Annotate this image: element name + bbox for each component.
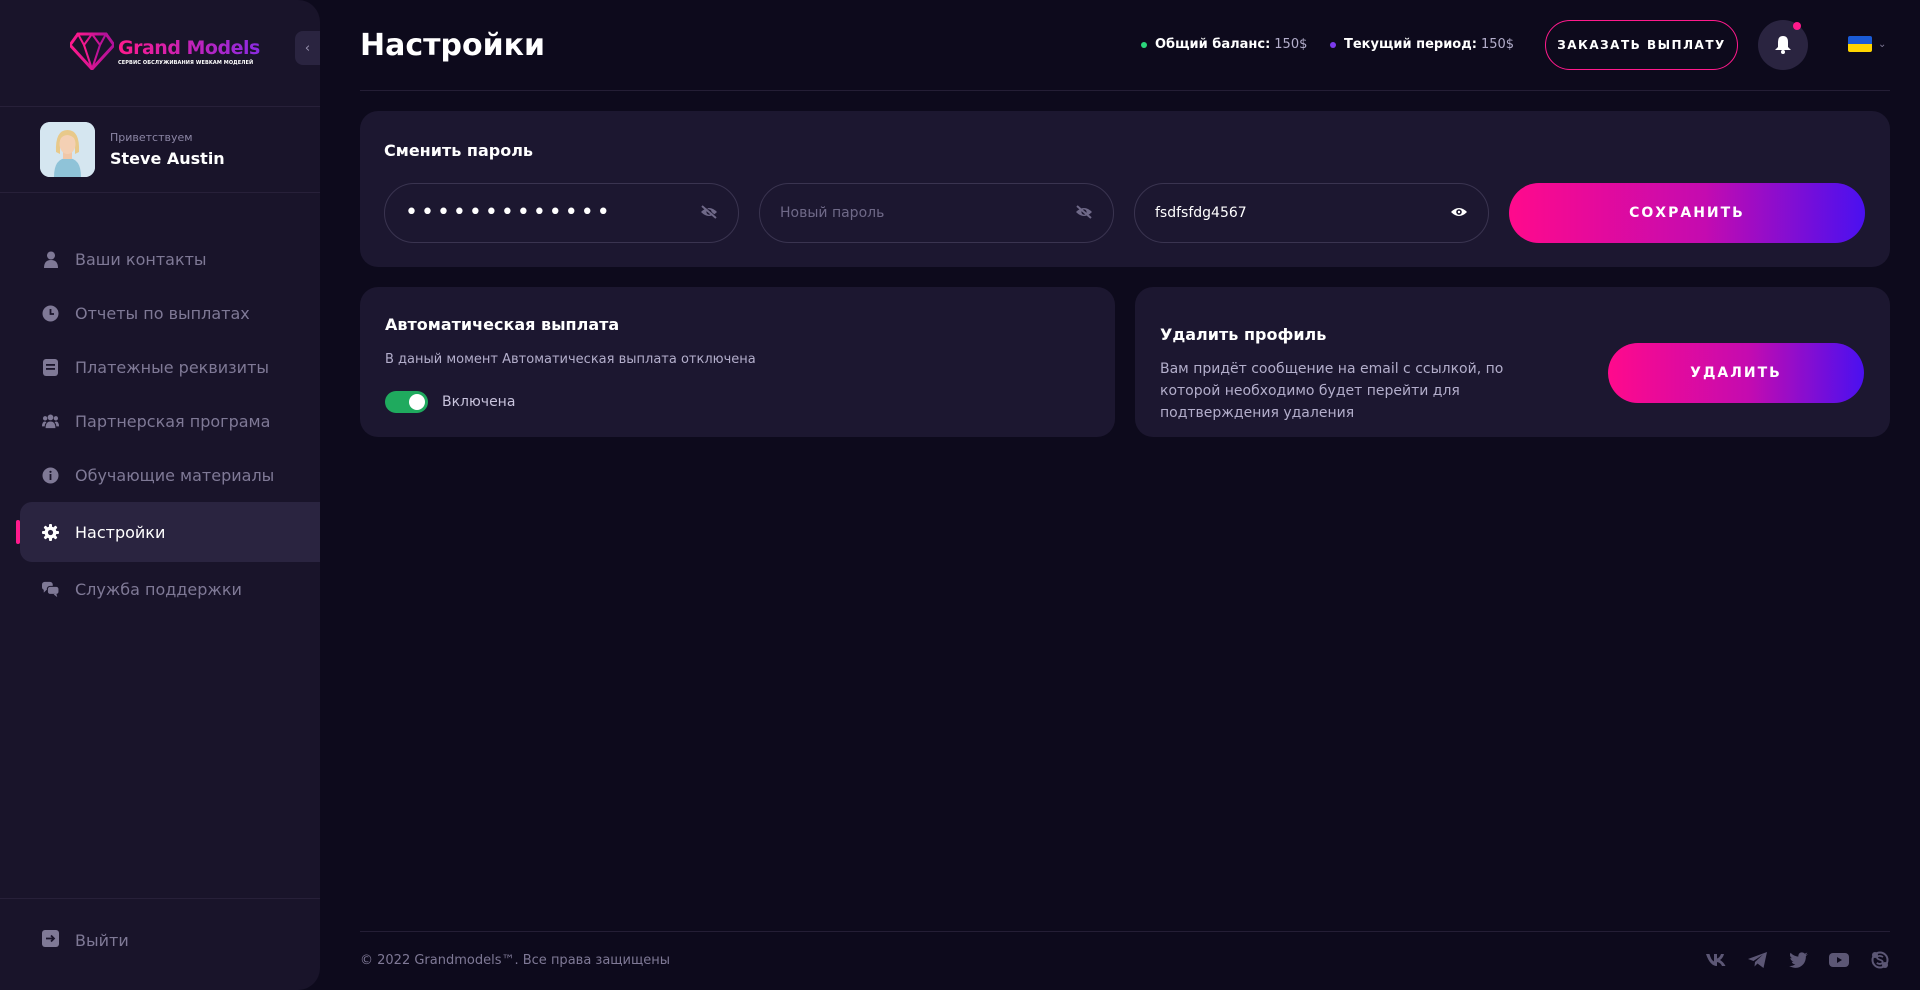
period-value: 150$ <box>1480 37 1515 52</box>
chat-icon <box>42 581 59 598</box>
toggle-label: Включена <box>442 394 516 410</box>
logo-subtitle: СЕРВИС ОБСЛУЖИВАНИЯ WEBKAM МОДЕЛЕЙ <box>118 59 254 66</box>
diamond-logo-icon <box>70 32 114 70</box>
delete-profile-description: Вам придёт сообщение на email с ссылкой,… <box>1160 361 1504 421</box>
save-button[interactable]: СОХРАНИТЬ <box>1509 183 1865 243</box>
sidebar: Grand Models СЕРВИС ОБСЛУЖИВАНИЯ WEBKAM … <box>0 0 320 990</box>
sidebar-item-label: Обучающие материалы <box>75 465 275 485</box>
notifications-button[interactable] <box>1758 20 1808 70</box>
order-payout-button[interactable]: ЗАКАЗАТЬ ВЫПЛАТУ <box>1545 20 1738 70</box>
sidebar-item-payout-reports[interactable]: Отчеты по выплатах <box>0 286 320 340</box>
card-title: Автоматическая выплата <box>385 315 620 334</box>
current-password-field[interactable]: ••••••••••••• <box>384 183 739 243</box>
divider <box>0 106 320 107</box>
bell-icon <box>1775 36 1791 54</box>
confirm-password-field[interactable]: fsdfsfdg4567 <box>1134 183 1489 243</box>
sidebar-item-label: Отчеты по выплатах <box>75 303 250 323</box>
user-block: Приветствуем Steve Austin <box>40 122 225 177</box>
sidebar-item-settings[interactable]: Настройки <box>0 502 320 562</box>
new-password-placeholder: Новый пароль <box>780 205 885 221</box>
avatar[interactable] <box>40 122 95 177</box>
divider <box>0 898 320 899</box>
status-dot <box>1141 41 1147 48</box>
eye-icon[interactable] <box>1450 204 1468 223</box>
new-password-field[interactable]: Новый пароль <box>759 183 1114 243</box>
social-links <box>1704 950 1909 970</box>
card-title: Удалить профиль <box>1160 325 1327 344</box>
info-icon <box>42 467 59 484</box>
eye-off-icon[interactable] <box>700 204 718 223</box>
sidebar-item-label: Ваши контакты <box>75 249 207 269</box>
youtube-icon[interactable] <box>1827 950 1851 970</box>
users-icon <box>42 413 59 430</box>
balance-label: Общий баланс: <box>1155 37 1271 52</box>
card-title: Сменить пароль <box>384 141 534 160</box>
eye-off-icon[interactable] <box>1075 204 1093 223</box>
auto-payout-description: В даный момент Автоматическая выплата от… <box>385 352 756 367</box>
sidebar-item-label: Партнерская програма <box>75 411 271 431</box>
sidebar-nav: Ваши контакты Отчеты по выплатах Платежн… <box>0 232 320 616</box>
sidebar-item-payment-details[interactable]: Платежные реквизиты <box>0 340 320 394</box>
divider <box>0 192 320 193</box>
logo[interactable]: Grand Models СЕРВИС ОБСЛУЖИВАНИЯ WEBKAM … <box>70 32 260 70</box>
logo-title: Grand Models <box>118 36 260 59</box>
gear-icon <box>42 523 59 541</box>
document-icon <box>42 358 59 376</box>
delete-profile-card: Удалить профиль Вам придёт сообщение на … <box>1135 287 1890 437</box>
sidebar-item-partner-program[interactable]: Партнерская програма <box>0 394 320 448</box>
vk-icon[interactable] <box>1704 950 1728 970</box>
change-password-card: Сменить пароль ••••••••••••• Новый парол… <box>360 111 1890 267</box>
collapse-sidebar-button[interactable]: ‹ <box>295 31 320 65</box>
sidebar-item-training[interactable]: Обучающие материалы <box>0 448 320 502</box>
greeting-label: Приветствуем <box>110 131 193 144</box>
footer-divider <box>360 931 1890 932</box>
chevron-down-icon: ⌄ <box>1878 38 1887 50</box>
sidebar-item-contacts[interactable]: Ваши контакты <box>0 232 320 286</box>
telegram-icon[interactable] <box>1745 950 1769 970</box>
logout-button[interactable]: Выйти <box>42 930 129 951</box>
notification-badge <box>1793 22 1801 30</box>
user-name: Steve Austin <box>110 149 225 168</box>
page-title: Настройки <box>360 28 546 63</box>
logout-label: Выйти <box>75 931 129 950</box>
auto-payout-toggle-row: Включена <box>385 391 515 413</box>
copyright: © 2022 Grandmodels™. Все права защищены <box>360 953 670 968</box>
password-mask: ••••••••••••• <box>405 200 613 225</box>
auto-payout-card: Автоматическая выплата В даный момент Ав… <box>360 287 1115 437</box>
auto-payout-toggle[interactable] <box>385 391 428 413</box>
twitter-icon[interactable] <box>1786 950 1810 970</box>
header-divider <box>360 90 1890 91</box>
sidebar-item-label: Служба поддержки <box>75 579 242 599</box>
status-dot <box>1330 41 1336 48</box>
uk-flag-icon <box>1848 36 1872 52</box>
user-icon <box>42 251 59 268</box>
logout-icon <box>42 930 59 951</box>
language-selector[interactable]: ⌄ <box>1848 36 1886 52</box>
current-period: Текущий период: 150$ <box>1330 37 1514 52</box>
avatar-image-icon <box>40 122 95 177</box>
period-label: Текущий период: <box>1344 37 1477 52</box>
skype-icon[interactable] <box>1868 950 1892 970</box>
sidebar-item-support[interactable]: Служба поддержки <box>0 562 320 616</box>
confirm-password-value: fsdfsfdg4567 <box>1155 205 1247 221</box>
sidebar-item-label: Настройки <box>75 522 166 542</box>
sidebar-item-label: Платежные реквизиты <box>75 357 270 377</box>
balance-value: 150$ <box>1274 37 1308 52</box>
clock-icon <box>42 305 59 322</box>
chevron-left-icon: ‹ <box>304 40 311 56</box>
total-balance: Общий баланс: 150$ <box>1141 37 1307 52</box>
delete-button[interactable]: УДАЛИТЬ <box>1608 343 1864 403</box>
